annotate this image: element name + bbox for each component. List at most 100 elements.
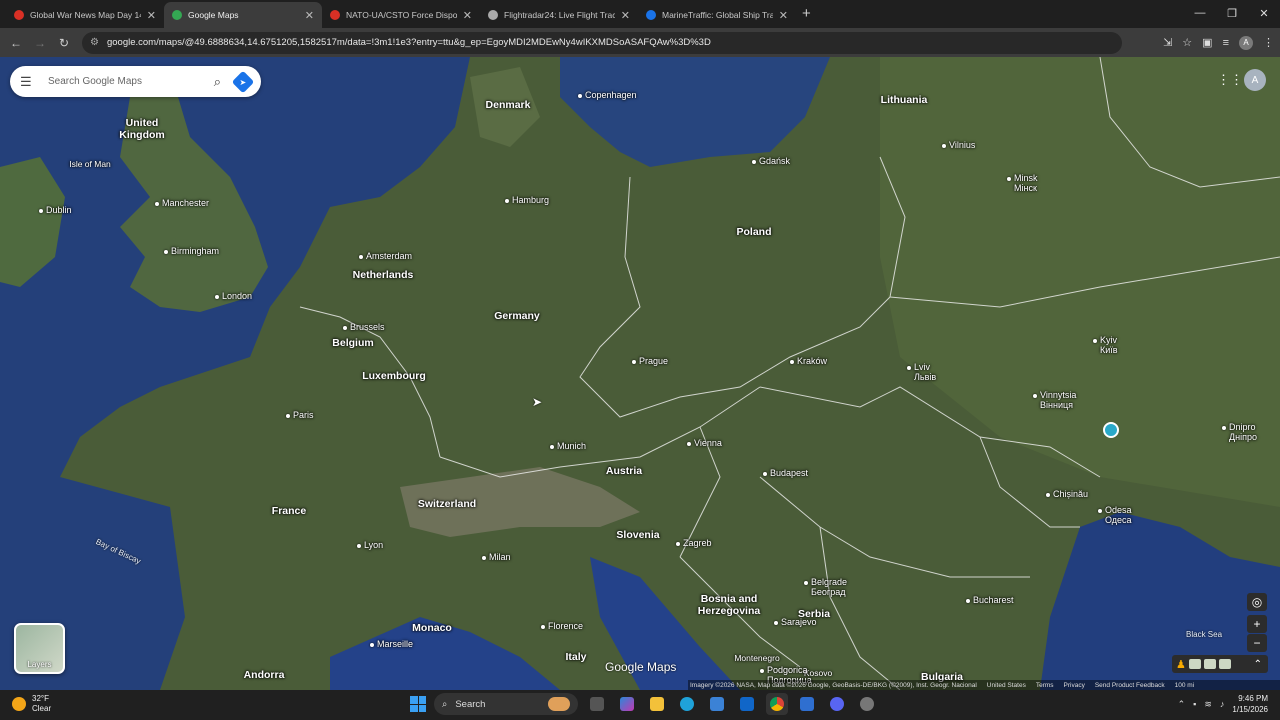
city-label[interactable]: Vienna — [687, 438, 722, 448]
country-label[interactable]: Netherlands — [353, 269, 414, 281]
city-label[interactable]: Minsk Мінск — [1007, 173, 1038, 193]
saved-place-marker[interactable] — [1103, 422, 1119, 438]
store-icon[interactable] — [706, 693, 728, 715]
directions-icon[interactable]: ➤ — [231, 70, 255, 93]
bookmark-star-icon[interactable]: ☆ — [1182, 36, 1192, 49]
search-input[interactable] — [48, 76, 214, 87]
weather-widget[interactable]: 32°F Clear — [12, 694, 51, 714]
tab-search-icon[interactable]: ▣ — [1202, 36, 1212, 49]
city-label[interactable]: Lviv Львів — [907, 362, 936, 382]
city-label[interactable]: Amsterdam — [359, 251, 412, 261]
tray-app-icon[interactable]: ▪ — [1193, 699, 1196, 709]
imagery-thumbnail[interactable] — [1188, 659, 1201, 669]
country-label[interactable]: Slovenia — [616, 529, 659, 541]
city-label[interactable]: Birmingham — [164, 246, 219, 256]
restore-button[interactable]: ❐ — [1216, 0, 1248, 26]
city-label[interactable]: London — [215, 291, 252, 301]
city-label[interactable]: Milan — [482, 552, 511, 562]
taskbar-search[interactable]: ⌕ Search — [434, 693, 578, 715]
city-label[interactable]: Manchester — [155, 198, 209, 208]
start-button[interactable] — [410, 696, 426, 712]
outlook-icon[interactable] — [736, 693, 758, 715]
search-icon[interactable]: ⌕ — [214, 74, 221, 90]
zoom-out-button[interactable]: − — [1247, 634, 1267, 652]
install-app-icon[interactable]: ⇲ — [1163, 36, 1172, 49]
city-label[interactable]: Kyiv Київ — [1093, 335, 1118, 355]
country-label[interactable]: France — [272, 505, 306, 517]
city-label[interactable]: Budapest — [763, 468, 808, 478]
country-label[interactable]: Montenegro — [734, 652, 779, 664]
address-bar[interactable]: ⚙ google.com/maps/@49.6888634,14.6751205… — [82, 31, 1122, 54]
edge-browser-icon[interactable] — [676, 693, 698, 715]
city-label[interactable]: Zagreb — [676, 538, 712, 548]
city-label[interactable]: Chișinău — [1046, 489, 1088, 499]
city-label[interactable]: Bucharest — [966, 595, 1014, 605]
city-label[interactable]: Vinnytsia Вінниця — [1033, 390, 1076, 410]
city-label[interactable]: Sarajevo — [774, 617, 817, 627]
site-info-icon[interactable]: ⚙ — [90, 37, 99, 48]
city-label[interactable]: Paris — [286, 410, 314, 420]
imagery-thumbnail[interactable] — [1218, 659, 1231, 669]
city-label[interactable]: Odesa Одеса — [1098, 505, 1132, 525]
imagery-thumbnail[interactable] — [1203, 659, 1216, 669]
reload-button[interactable]: ↻ — [52, 36, 76, 50]
forward-button[interactable]: → — [28, 36, 52, 50]
country-label[interactable]: Andorra — [244, 669, 285, 681]
city-label[interactable]: Marseille — [370, 639, 413, 649]
country-label[interactable]: Italy — [565, 651, 586, 663]
close-tab-icon[interactable]: ✕ — [147, 9, 156, 22]
pegman-icon[interactable]: ♟ — [1176, 658, 1186, 671]
footer-link-region[interactable]: United States — [987, 682, 1026, 689]
country-label[interactable]: Denmark — [486, 99, 531, 111]
city-label[interactable]: Prague — [632, 356, 668, 366]
speaker-icon[interactable]: ♪ — [1220, 699, 1225, 709]
city-label[interactable]: Dnipro Дніпро — [1222, 422, 1257, 442]
map-scale[interactable]: 100 mi — [1175, 682, 1195, 689]
footer-link-terms[interactable]: Terms — [1036, 682, 1054, 689]
country-label[interactable]: Isle of Man — [69, 158, 111, 170]
city-label[interactable]: Gdańsk — [752, 156, 790, 166]
country-label[interactable]: Monaco — [412, 622, 452, 634]
file-explorer-icon[interactable] — [646, 693, 668, 715]
city-label[interactable]: Hamburg — [505, 195, 549, 205]
task-view-icon[interactable] — [586, 693, 608, 715]
city-label[interactable]: Dublin — [39, 205, 72, 215]
map-viewport[interactable]: Denmark Lithuania United Kingdom Isle of Ma… — [0, 57, 1280, 690]
browser-tab[interactable]: Google Maps ✕ — [164, 2, 322, 28]
city-label[interactable]: Kraków — [790, 356, 827, 366]
country-label[interactable]: Luxembourg — [362, 370, 426, 382]
city-label[interactable]: Brussels — [343, 322, 385, 332]
country-label[interactable]: Lithuania — [881, 94, 928, 106]
close-tab-icon[interactable]: ✕ — [305, 9, 314, 22]
browser-tab[interactable]: Flightradar24: Live Flight Track ✕ — [480, 2, 638, 28]
menu-icon[interactable]: ☰ — [20, 74, 34, 90]
city-label[interactable]: Munich — [550, 441, 586, 451]
clock[interactable]: 9:46 PM 1/15/2026 — [1232, 693, 1268, 715]
profile-avatar[interactable]: A — [1239, 35, 1253, 50]
new-tab-button[interactable]: + — [802, 5, 811, 22]
back-button[interactable]: ← — [4, 36, 28, 50]
layers-button[interactable]: Layers — [14, 623, 65, 674]
discord-icon[interactable] — [826, 693, 848, 715]
country-label[interactable]: Switzerland — [418, 498, 476, 510]
city-label[interactable]: Copenhagen — [578, 90, 637, 100]
zoom-in-button[interactable]: + — [1247, 615, 1267, 633]
expand-chevron-icon[interactable]: ⌃ — [1254, 659, 1262, 670]
chrome-icon[interactable] — [766, 693, 788, 715]
my-location-icon[interactable]: ◎ — [1247, 593, 1267, 611]
country-label[interactable]: Bosnia and Herzegovina — [698, 593, 760, 617]
account-avatar[interactable]: A — [1244, 69, 1266, 91]
close-tab-icon[interactable]: ✕ — [621, 9, 630, 22]
extensions-icon[interactable]: ≡ — [1223, 37, 1229, 49]
city-label[interactable]: Lyon — [357, 540, 383, 550]
city-label[interactable]: Florence — [541, 621, 583, 631]
country-label[interactable]: Poland — [736, 226, 771, 238]
close-window-button[interactable]: ✕ — [1248, 0, 1280, 26]
app-icon[interactable] — [796, 693, 818, 715]
country-label[interactable]: United Kingdom — [119, 117, 165, 141]
browser-tab[interactable]: MarineTraffic: Global Ship Track ✕ — [638, 2, 796, 28]
browser-tab[interactable]: Global War News Map Day 142 ✕ — [6, 2, 164, 28]
city-label[interactable]: Vilnius — [942, 140, 975, 150]
country-label[interactable]: Germany — [494, 310, 540, 322]
footer-link-feedback[interactable]: Send Product Feedback — [1095, 682, 1165, 689]
